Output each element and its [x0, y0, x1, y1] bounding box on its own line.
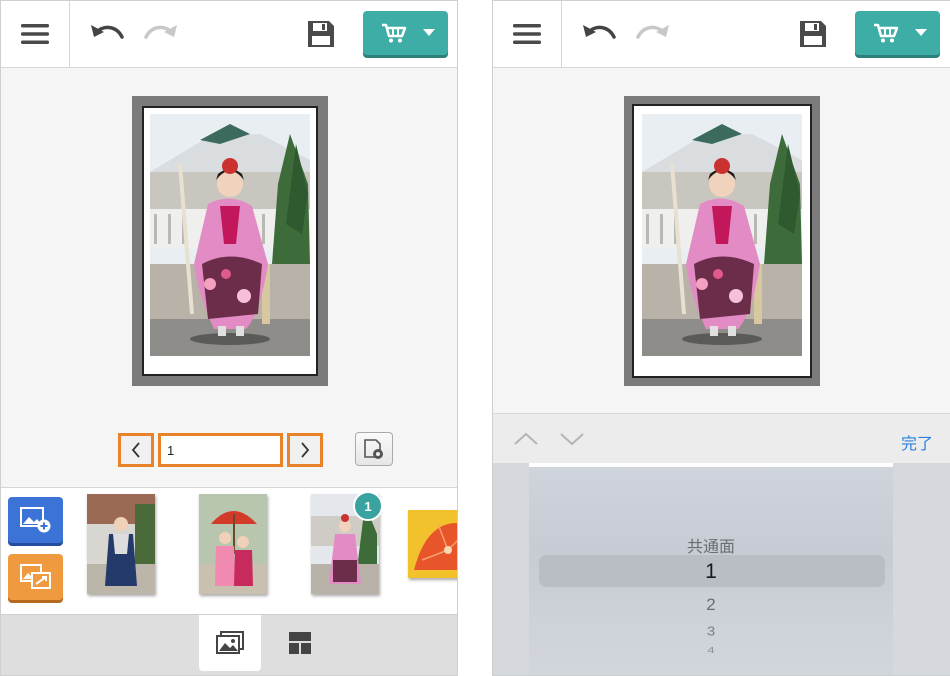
top-toolbar [1, 1, 457, 68]
photos-icon [216, 631, 244, 654]
undo-button[interactable] [579, 17, 619, 51]
picker-next-button[interactable] [555, 426, 589, 452]
thumb-girls-umbrella[interactable] [199, 494, 267, 594]
page-number-input[interactable] [158, 433, 283, 467]
redo-icon [144, 25, 177, 39]
cart-icon [874, 23, 899, 43]
cart-button[interactable] [363, 11, 448, 55]
replace-photo-icon [19, 564, 51, 589]
replace-photo-button[interactable] [8, 554, 63, 600]
picker-done-button[interactable]: 完了 [901, 430, 933, 454]
picker-option[interactable]: 共通面 [529, 533, 893, 557]
picker-prev-button[interactable] [509, 426, 543, 452]
right-screen: 完了 共通面 1 2 3 4 [492, 0, 950, 676]
page-preview-frame[interactable] [132, 96, 328, 386]
thumb-umbrella-yellow[interactable] [408, 510, 457, 578]
tab-layout[interactable] [269, 615, 331, 671]
picker-option-selected[interactable]: 1 [529, 560, 893, 584]
hamburger-icon [21, 24, 49, 44]
page-preview-card [142, 106, 318, 376]
picker-toolbar: 完了 [493, 413, 950, 464]
next-page-button[interactable] [287, 433, 323, 467]
photo-tray [1, 487, 457, 615]
thumb-boy-hakama[interactable] [87, 494, 155, 594]
layout-icon [289, 632, 311, 654]
caret-down-icon [915, 29, 927, 36]
top-toolbar [493, 1, 950, 68]
page-preview-card [632, 104, 812, 378]
redo-button[interactable] [141, 17, 181, 51]
save-button[interactable] [795, 16, 831, 52]
floppy-disk-icon [800, 21, 826, 47]
cart-button[interactable] [855, 11, 940, 55]
menu-button[interactable] [1, 1, 70, 67]
save-button[interactable] [303, 16, 339, 52]
menu-button[interactable] [493, 1, 562, 67]
picker-option[interactable]: 3 [529, 624, 893, 638]
redo-icon [636, 25, 669, 39]
add-photo-icon [19, 507, 50, 533]
add-photo-button[interactable] [8, 497, 63, 543]
tab-photos[interactable] [199, 615, 261, 671]
undo-icon [91, 25, 124, 39]
floppy-disk-icon [308, 21, 334, 47]
hamburger-icon [513, 24, 541, 44]
chevron-down-icon [560, 433, 584, 446]
redo-button[interactable] [633, 17, 673, 51]
page-settings-button[interactable] [355, 432, 393, 466]
picker-option[interactable]: 4 [529, 646, 893, 655]
chevron-up-icon [514, 432, 538, 445]
used-count-badge: 1 [353, 491, 383, 521]
caret-down-icon [423, 29, 435, 36]
prev-page-button[interactable] [118, 433, 154, 467]
undo-button[interactable] [87, 17, 127, 51]
kimono-girl-photo[interactable] [150, 114, 310, 356]
page-settings-icon [364, 439, 383, 459]
picker-option[interactable]: 2 [529, 595, 893, 615]
kimono-girl-photo[interactable] [642, 114, 802, 356]
page-picker-wheel: 共通面 1 2 3 4 [493, 463, 950, 675]
chevron-left-icon [131, 442, 140, 458]
chevron-right-icon [301, 442, 310, 458]
picker-sheet: 共通面 1 2 3 4 [529, 463, 893, 675]
left-screen: 1 [0, 0, 458, 676]
bottom-tab-bar [1, 614, 457, 675]
page-preview-frame[interactable] [624, 96, 820, 386]
undo-icon [583, 25, 616, 39]
cart-icon [382, 23, 407, 43]
